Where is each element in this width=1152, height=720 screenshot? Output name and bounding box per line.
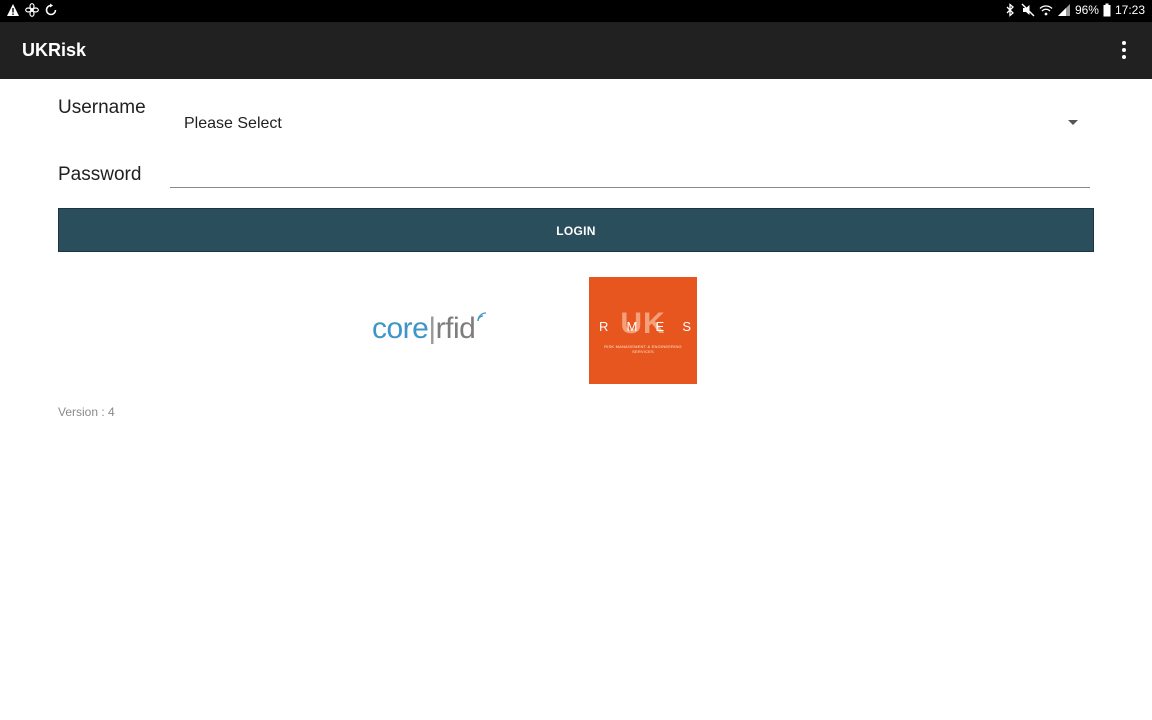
- more-vert-icon[interactable]: [1112, 38, 1136, 62]
- warning-icon: [6, 3, 20, 17]
- corerfid-logo-separator: |: [428, 312, 436, 345]
- username-selected-value: Please Select: [184, 115, 282, 132]
- username-select[interactable]: Please Select: [170, 106, 1090, 140]
- version-label: Version : 4: [58, 405, 115, 419]
- corerfid-logo: core|rfid: [370, 306, 510, 352]
- battery-level: 96%: [1074, 3, 1099, 17]
- wifi-icon: [1039, 3, 1053, 17]
- dropdown-arrow-icon: [1068, 120, 1078, 125]
- app-bar: UKRisk: [0, 22, 1152, 79]
- mute-icon: [1021, 3, 1035, 17]
- rmes-logo-letters: R M E S: [599, 319, 691, 334]
- battery-icon: [1103, 3, 1111, 17]
- password-label: Password: [58, 164, 142, 185]
- signal-icon: [1057, 3, 1071, 17]
- rfid-wave-icon: [477, 312, 487, 322]
- status-left-icons: [6, 3, 58, 17]
- status-bar: 96% 17:23: [0, 0, 1152, 22]
- corerfid-logo-rfid: rfid: [435, 312, 476, 345]
- app-title: UKRisk: [22, 40, 87, 60]
- rmes-logo-subtitle: RISK MANAGEMENT & ENGINEERING SERVICES: [604, 344, 682, 354]
- login-button[interactable]: LOGIN: [58, 208, 1094, 252]
- corerfid-logo-core: core: [372, 312, 429, 345]
- status-right-icons: 96% 17:23: [1003, 3, 1145, 17]
- rmes-logo: UK R M E S RISK MANAGEMENT & ENGINEERING…: [589, 277, 697, 384]
- fan-icon: [25, 3, 39, 17]
- clock: 17:23: [1114, 3, 1145, 17]
- sync-icon: [44, 3, 58, 17]
- password-field[interactable]: [170, 158, 1090, 188]
- bluetooth-icon: [1003, 3, 1017, 17]
- username-label: Username: [58, 97, 146, 118]
